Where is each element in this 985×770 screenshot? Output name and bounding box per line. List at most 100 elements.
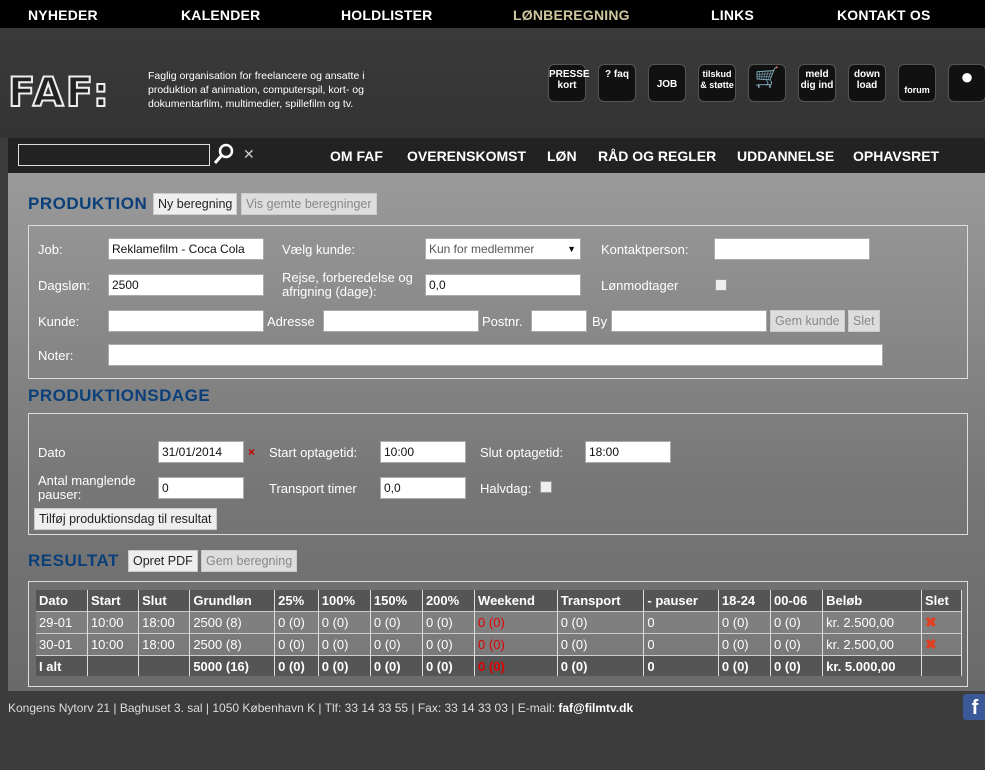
cell: 0 (0) [370,655,423,676]
kunde-field[interactable] [108,310,264,332]
produktionsdage-title: PRODUKTIONSDAGE [28,386,211,405]
tilskud-icon[interactable]: tilskud & støtte [698,64,736,102]
cell: 0 [643,611,719,634]
pauser-field[interactable]: 0 [158,477,244,499]
tagline: Faglig organisation for freelancere og a… [148,70,365,110]
faf-logo[interactable]: FAF: [7,69,111,117]
transport-field[interactable]: 0,0 [380,477,466,499]
cell: 2500 (8) [189,611,276,634]
job-field[interactable]: Reklamefilm - Coca Cola [108,238,264,260]
by-field[interactable] [611,310,767,332]
subnav-overenskomst[interactable]: OVERENSKOMST [407,148,526,164]
footer: Kongens Nytorv 21 | Baghuset 3. sal | 10… [8,701,633,715]
noter-field[interactable] [108,344,883,366]
nav-lonberegning[interactable]: LØNBEREGNING [513,7,630,23]
top-navigation: NYHEDER KALENDER HOLDLISTER LØNBEREGNING… [0,0,985,28]
subnav-uddannelse[interactable]: UDDANNELSE [737,148,834,164]
col-weekend: Weekend [474,590,558,612]
nav-holdlister[interactable]: HOLDLISTER [341,7,432,23]
col-150: 150% [370,590,423,612]
faq-icon[interactable]: ? faq [598,64,636,102]
cell: 0 (0) [422,611,476,634]
kontaktperson-field[interactable] [714,238,870,260]
cart-icon[interactable]: 🛒 [748,64,786,102]
job-icon[interactable]: JOB [648,64,686,102]
dagslon-field[interactable]: 2500 [108,274,264,296]
cell: 0 (0) [274,655,319,676]
col-start: Start [87,590,140,612]
col-200: 200% [422,590,476,612]
cell [138,655,191,676]
resultat-title: RESULTAT [28,551,119,570]
search-input[interactable] [18,144,210,166]
lonmodtager-checkbox[interactable] [715,279,727,291]
footer-address: Kongens Nytorv 21 | Baghuset 3. sal | 10… [8,701,559,715]
dato-field[interactable]: 31/01/2014 [158,441,244,463]
halvdag-checkbox[interactable] [540,481,552,493]
cell: 0 (0) [718,611,772,634]
cell-weekend: 0 (0) [474,633,558,656]
cell: 0 (0) [718,655,772,676]
start-optagetid-field[interactable]: 10:00 [380,441,466,463]
cell: 0 (0) [557,633,645,656]
subnav-ophavsret[interactable]: OPHAVSRET [853,148,939,164]
subnav-lon[interactable]: LØN [547,148,577,164]
kunde-label: Kunde: [38,314,80,329]
tilfoj-produktionsdag-button[interactable]: Tilføj produktionsdag til resultat [34,508,217,530]
cell: 18:00 [138,633,191,656]
subnav-raad-og-regler[interactable]: RÅD OG REGLER [598,148,716,164]
delete-row-icon[interactable]: ✖ [921,611,963,634]
meld-dig-ind-icon[interactable]: meld dig ind [798,64,836,102]
gem-kunde-button[interactable]: Gem kunde [770,310,845,332]
clear-date-icon[interactable]: × [248,445,255,459]
ny-beregning-button[interactable]: Ny beregning [153,193,238,215]
col-belob: Beløb [822,590,922,612]
download-icon[interactable]: down load [848,64,886,102]
rejse-field[interactable]: 0,0 [425,274,581,296]
produktionsdage-box: Dato 31/01/2014 × Start optagetid: 10:00… [28,413,968,535]
cell: 0 [643,655,719,676]
kontaktperson-label: Kontaktperson: [601,242,689,257]
cell-weekend: 0 (0) [474,611,558,634]
cell: 0 (0) [718,633,772,656]
subnav-om-faf[interactable]: OM FAF [330,148,383,164]
start-optagetid-label: Start optagetid: [269,445,358,460]
search-icon[interactable] [213,143,235,165]
opret-pdf-button[interactable]: Opret PDF [128,550,198,572]
cell: 0 (0) [557,655,645,676]
delete-row-icon[interactable]: ✖ [921,633,963,656]
nav-kontakt[interactable]: KONTAKT OS [837,7,931,23]
pauser-label: Antal manglende pauser: [38,473,136,502]
by-label: By [592,314,608,329]
produktion-title: PRODUKTION [28,194,148,213]
col-slut: Slut [138,590,191,612]
vis-gemte-button[interactable]: Vis gemte beregninger [241,193,377,215]
noter-label: Noter: [38,348,74,363]
cell: kr. 2.500,00 [822,611,922,634]
col-transport: Transport [557,590,645,612]
nav-nyheder[interactable]: NYHEDER [28,7,98,23]
clear-search-icon[interactable]: ✕ [243,146,255,163]
cell: 0 (0) [274,633,319,656]
slut-optagetid-field[interactable]: 18:00 [585,441,671,463]
kunde-select[interactable]: Kun for medlemmer [425,238,581,260]
slet-kunde-button[interactable]: Slet [848,310,880,332]
total-row: I alt 5000 (16) 0 (0) 0 (0) 0 (0) 0 (0) … [36,655,963,676]
forum-icon[interactable]: forum [898,64,936,102]
gem-beregning-button[interactable]: Gem beregning [201,550,298,572]
col-100: 100% [318,590,371,612]
col-18-24: 18-24 [718,590,772,612]
dato-label: Dato [38,445,66,460]
adresse-field[interactable] [323,310,479,332]
presse-icon[interactable]: PRESSE kort [548,64,590,102]
facebook-icon[interactable]: f [963,694,985,720]
resultat-table: Dato Start Slut Grundløn 25% 100% 150% 2… [36,590,963,676]
cell: 0 (0) [557,611,645,634]
footer-email-link[interactable]: faf@filmtv.dk [558,701,633,715]
cell [87,655,140,676]
login-icon[interactable]: ● [948,64,985,102]
nav-links[interactable]: LINKS [711,7,754,23]
nav-kalender[interactable]: KALENDER [181,7,260,23]
postnr-field[interactable] [531,310,587,332]
col-slet: Slet [921,590,963,612]
